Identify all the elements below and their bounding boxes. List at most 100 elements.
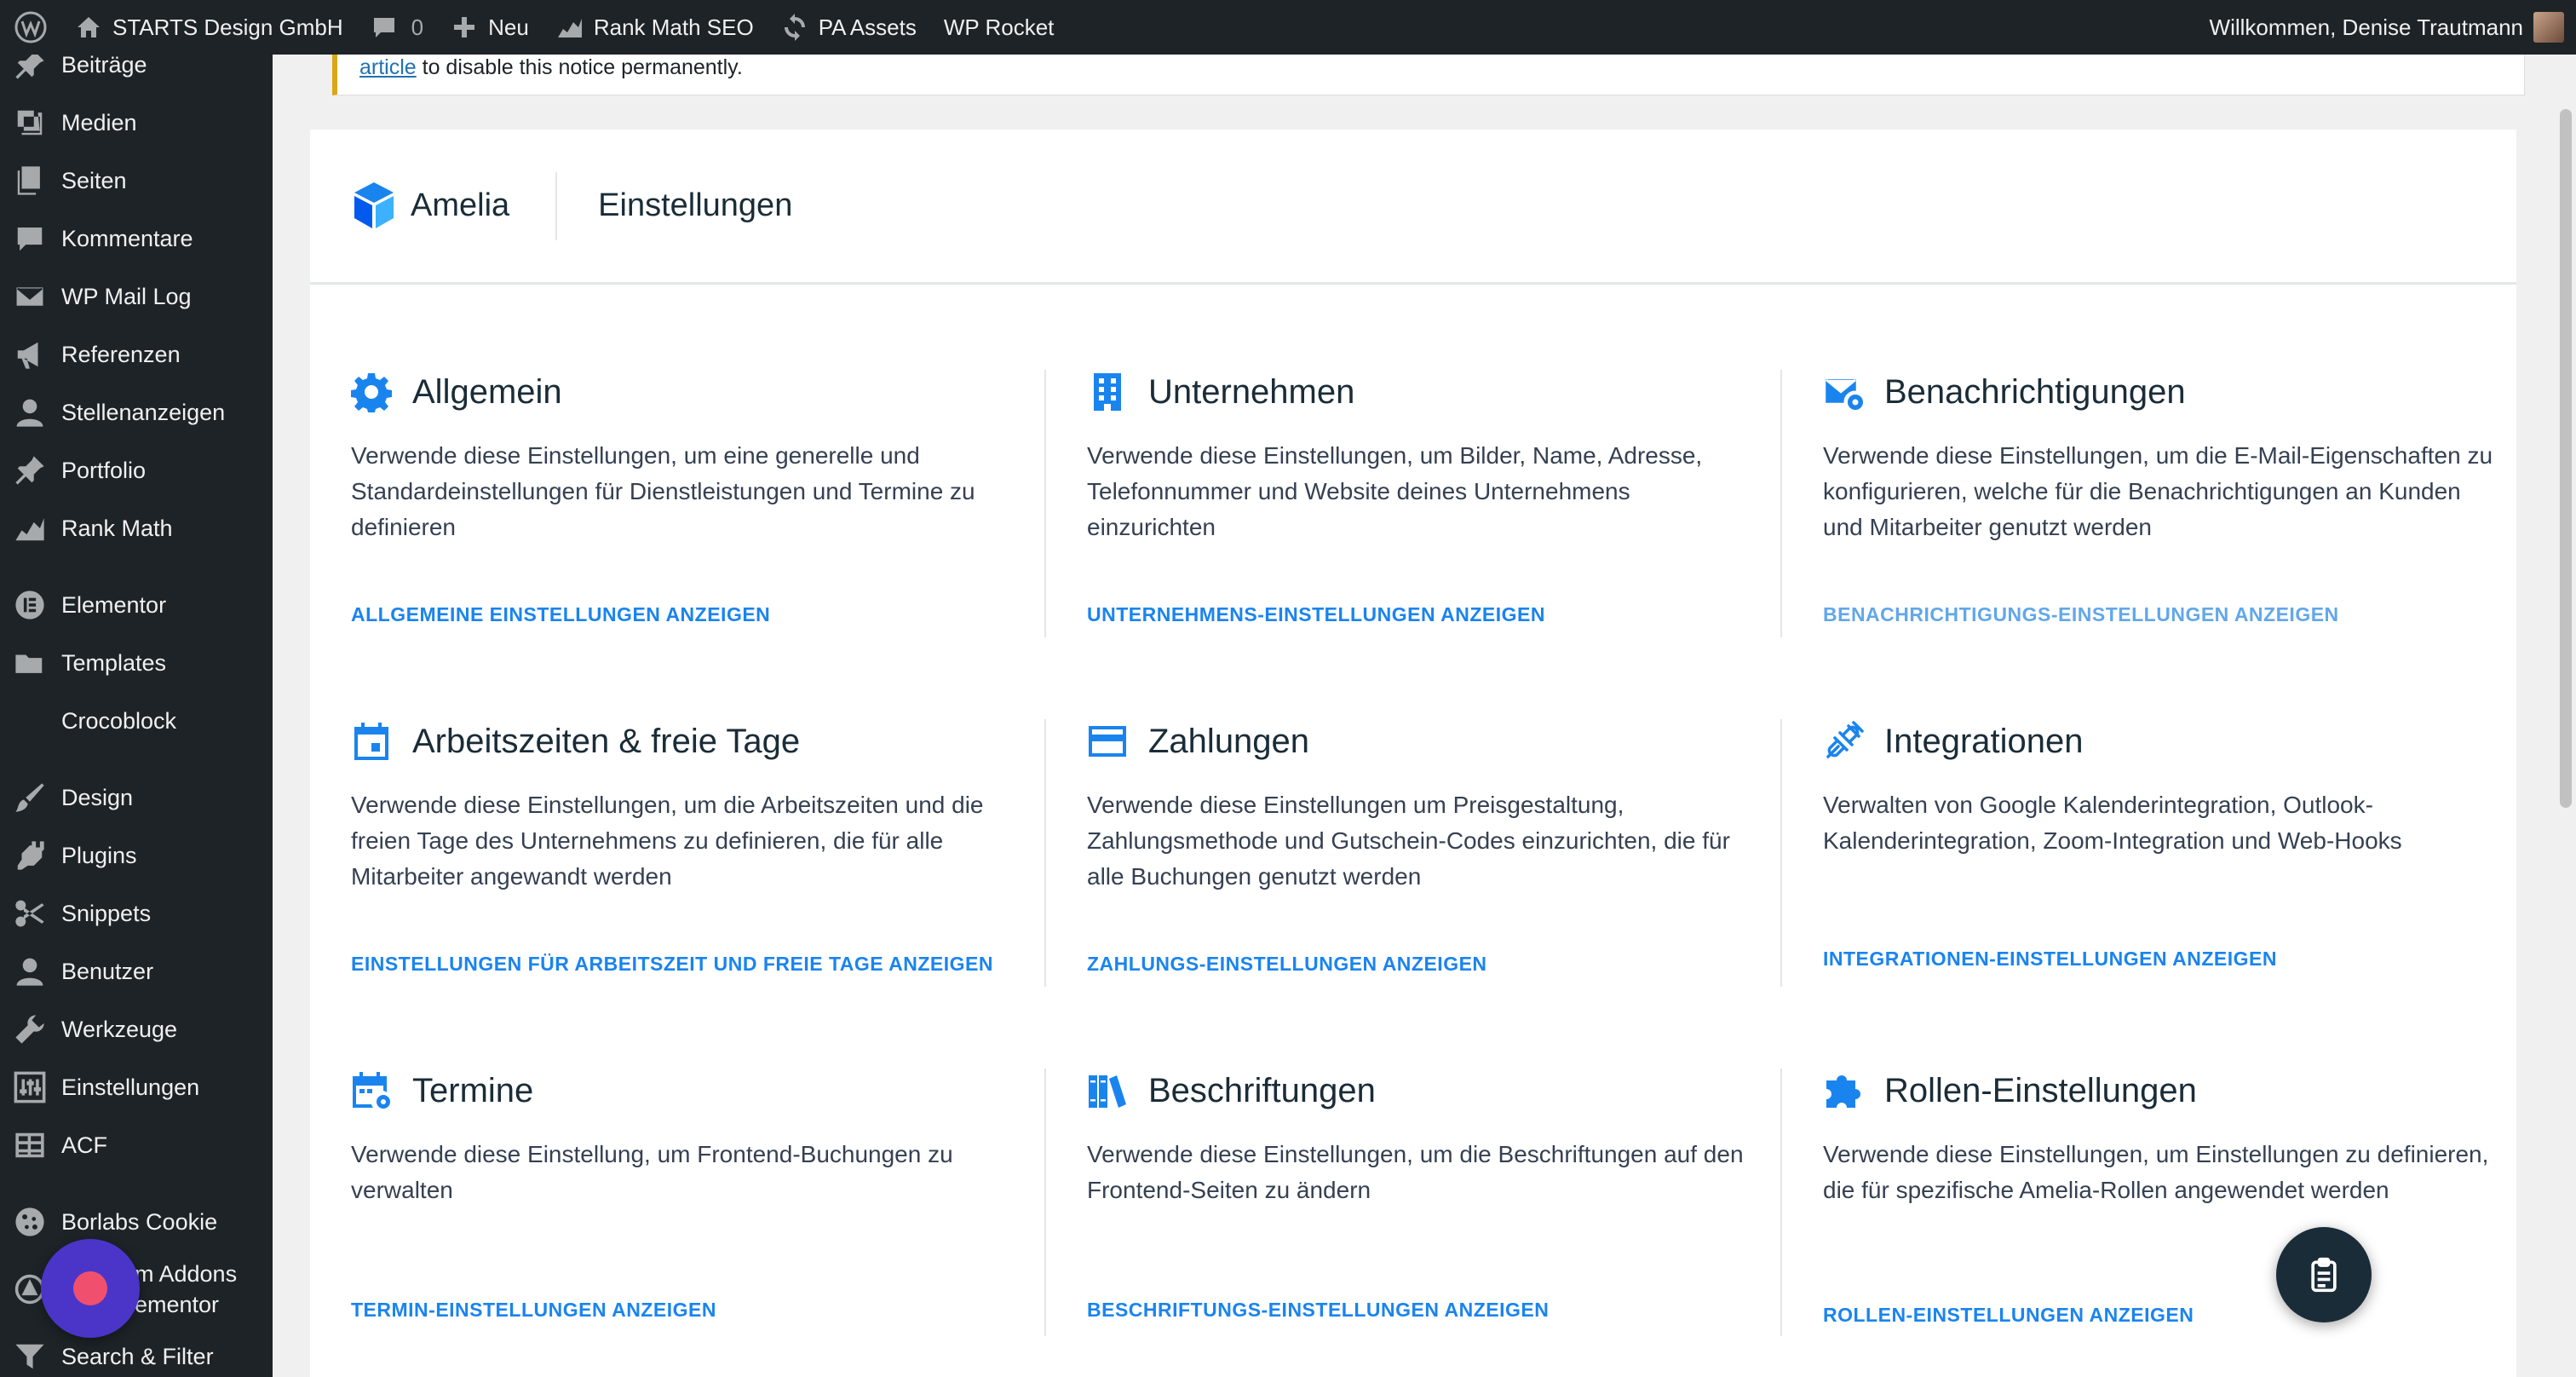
- card-description: Verwende diese Einstellungen, um die E-M…: [1823, 442, 2493, 540]
- clipboard-button[interactable]: [2276, 1227, 2372, 1322]
- mail-settings-icon: [1823, 377, 1863, 410]
- sidebar-item-label: Portfolio: [61, 457, 147, 483]
- filter-icon: [15, 1344, 44, 1369]
- sidebar-item-seiten[interactable]: Seiten: [0, 152, 273, 210]
- termin-einstellungen-link[interactable]: TERMIN-EINSTELLUNGEN ANZEIGEN: [351, 1299, 716, 1322]
- sidebar-item-elementor[interactable]: Elementor: [0, 576, 273, 634]
- wordpress-logo-button[interactable]: [0, 0, 61, 55]
- comment-icon: [17, 227, 43, 251]
- sidebar-item-benutzer[interactable]: Benutzer: [0, 942, 273, 1000]
- mail-icon: [14, 285, 45, 308]
- sidebar-item-label: Elementor: [61, 591, 167, 618]
- megaphone-icon: [17, 342, 38, 369]
- sidebar-item-acf[interactable]: ACF: [0, 1116, 273, 1174]
- column-divider: [1044, 370, 1046, 637]
- sidebar-item-snippets[interactable]: Snippets: [0, 884, 273, 942]
- menu-separator: [0, 750, 273, 769]
- site-name-link[interactable]: STARTS Design GmbH: [61, 0, 357, 55]
- sidebar-item-label: Snippets: [61, 900, 152, 926]
- new-content-link[interactable]: Neu: [437, 0, 543, 55]
- card-title: Benachrichtigungen: [1884, 372, 2186, 411]
- sidebar-item-rank-math[interactable]: Rank Math: [0, 499, 273, 557]
- sidebar-item-label: Kommentare: [61, 225, 193, 251]
- scrollbar-thumb[interactable]: [2560, 109, 2572, 808]
- avatar: [2533, 12, 2564, 43]
- card-title: Arbeitszeiten & freie Tage: [412, 722, 801, 760]
- sidebar-item-borlabs-cookie[interactable]: Borlabs Cookie: [0, 1193, 273, 1251]
- sidebar-item-kommentare[interactable]: Kommentare: [0, 210, 273, 268]
- sidebar-item-label: ACF: [61, 1132, 107, 1158]
- card-title: Allgemein: [412, 372, 562, 411]
- settings-grid: Allgemein Verwende diese Einstellungen, …: [310, 285, 2516, 1377]
- sidebar-item-design[interactable]: Design: [0, 769, 273, 827]
- sidebar-item-wp-mail-log[interactable]: WP Mail Log: [0, 268, 273, 326]
- card-description: Verwende diese Einstellungen, um Bilder,…: [1087, 442, 1703, 540]
- gear-icon: [351, 373, 392, 412]
- scrollbar[interactable]: [2556, 55, 2576, 1377]
- column-divider: [1044, 1069, 1046, 1336]
- card-description: Verwende diese Einstellungen, um Einstel…: [1823, 1141, 2489, 1203]
- amelia-logo: Amelia: [351, 181, 509, 232]
- rollen-einstellungen-link[interactable]: ROLLEN-EINSTELLUNGEN ANZEIGEN: [1823, 1304, 2194, 1327]
- plus-icon: [454, 17, 475, 37]
- sidebar-item-beitraege[interactable]: Beiträge: [0, 55, 273, 94]
- page-title: Einstellungen: [598, 187, 793, 223]
- sidebar-item-label: Design: [61, 784, 134, 810]
- notice-article-link[interactable]: article: [359, 55, 417, 79]
- rankmath-link[interactable]: Rank Math SEO: [543, 0, 768, 55]
- amelia-header: Amelia Einstellungen: [310, 130, 2516, 285]
- sidebar-item-label: Templates: [61, 649, 167, 676]
- wp-rocket-label: WP Rocket: [943, 14, 1055, 40]
- sidebar-item-portfolio[interactable]: Portfolio: [0, 441, 273, 499]
- zahlungs-einstellungen-link[interactable]: ZAHLUNGS-EINSTELLUNGEN ANZEIGEN: [1087, 953, 1487, 976]
- arbeitszeit-einstellungen-link[interactable]: EINSTELLUNGEN FÜR ARBEITSZEIT UND FREIE …: [351, 953, 993, 976]
- comments-link[interactable]: 0: [357, 0, 437, 55]
- sidebar-item-werkzeuge[interactable]: Werkzeuge: [0, 1000, 273, 1058]
- sidebar-item-label: Stellenanzeigen: [61, 399, 226, 425]
- elementor-icon: [15, 591, 44, 619]
- sidebar-item-label: Beiträge: [61, 55, 147, 78]
- books-icon: [1089, 1075, 1126, 1108]
- wrench-icon: [15, 1015, 44, 1044]
- settings-card-arbeitszeiten: Arbeitszeiten & freie Tage Verwende dies…: [351, 716, 1032, 997]
- wp-rocket-link[interactable]: WP Rocket: [930, 0, 1068, 55]
- amelia-logo-text: Amelia: [411, 187, 510, 223]
- screen-recorder-button[interactable]: [41, 1239, 140, 1338]
- pin-icon: [15, 55, 44, 79]
- pa-assets-link[interactable]: PA Assets: [768, 0, 930, 55]
- sidebar-item-stellenanzeigen[interactable]: Stellenanzeigen: [0, 383, 273, 441]
- sidebar-item-label: Medien: [61, 109, 137, 135]
- menu-separator: [0, 557, 273, 576]
- card-title: Integrationen: [1884, 722, 2084, 760]
- pages-icon: [17, 166, 40, 195]
- column-divider: [1044, 719, 1046, 987]
- settings-card-integrationen: Integrationen Verwalten von Google Kalen…: [1823, 716, 2504, 997]
- column-divider: [1780, 719, 1782, 987]
- unternehmens-einstellungen-link[interactable]: UNTERNEHMENS-EINSTELLUNGEN ANZEIGEN: [1087, 603, 1545, 626]
- card-description: Verwende diese Einstellungen, um die Bes…: [1087, 1141, 1744, 1203]
- calendar-icon: [354, 723, 388, 760]
- header-divider: [555, 171, 558, 240]
- benachrichtigungs-einstellungen-link[interactable]: BENACHRICHTIGUNGS-EINSTELLUNGEN ANZEIGEN: [1823, 603, 2339, 626]
- sidebar-item-label: m Addons: [135, 1261, 238, 1287]
- media-icon: [17, 110, 43, 135]
- sidebar-item-einstellungen[interactable]: Einstellungen: [0, 1058, 273, 1116]
- sidebar-item-plugins[interactable]: Plugins: [0, 827, 273, 884]
- my-account-link[interactable]: Willkommen, Denise Trautmann: [2210, 12, 2576, 43]
- puzzle-icon: [1826, 1075, 1860, 1108]
- wordpress-icon: [14, 11, 47, 43]
- folder-icon: [15, 654, 43, 673]
- sidebar-item-templates[interactable]: Templates: [0, 634, 273, 692]
- chart-icon: [15, 518, 44, 541]
- sidebar-item-crocoblock[interactable]: Crocoblock: [0, 692, 273, 750]
- sidebar-item-medien[interactable]: Medien: [0, 94, 273, 152]
- amelia-logo-icon: [354, 181, 394, 228]
- sidebar-item-search-filter[interactable]: Search & Filter: [0, 1328, 273, 1377]
- site-name: STARTS Design GmbH: [112, 14, 343, 40]
- allgemeine-einstellungen-link[interactable]: ALLGEMEINE EINSTELLUNGEN ANZEIGEN: [351, 603, 770, 626]
- sidebar-item-referenzen[interactable]: Referenzen: [0, 326, 273, 383]
- settings-card-allgemein: Allgemein Verwende diese Einstellungen, …: [351, 366, 1032, 648]
- sidebar-item-label: Einstellungen: [61, 1074, 200, 1100]
- beschriftungs-einstellungen-link[interactable]: BESCHRIFTUNGS-EINSTELLUNGEN ANZEIGEN: [1087, 1299, 1549, 1322]
- integrationen-einstellungen-link[interactable]: INTEGRATIONEN-EINSTELLUNGEN ANZEIGEN: [1823, 948, 2277, 971]
